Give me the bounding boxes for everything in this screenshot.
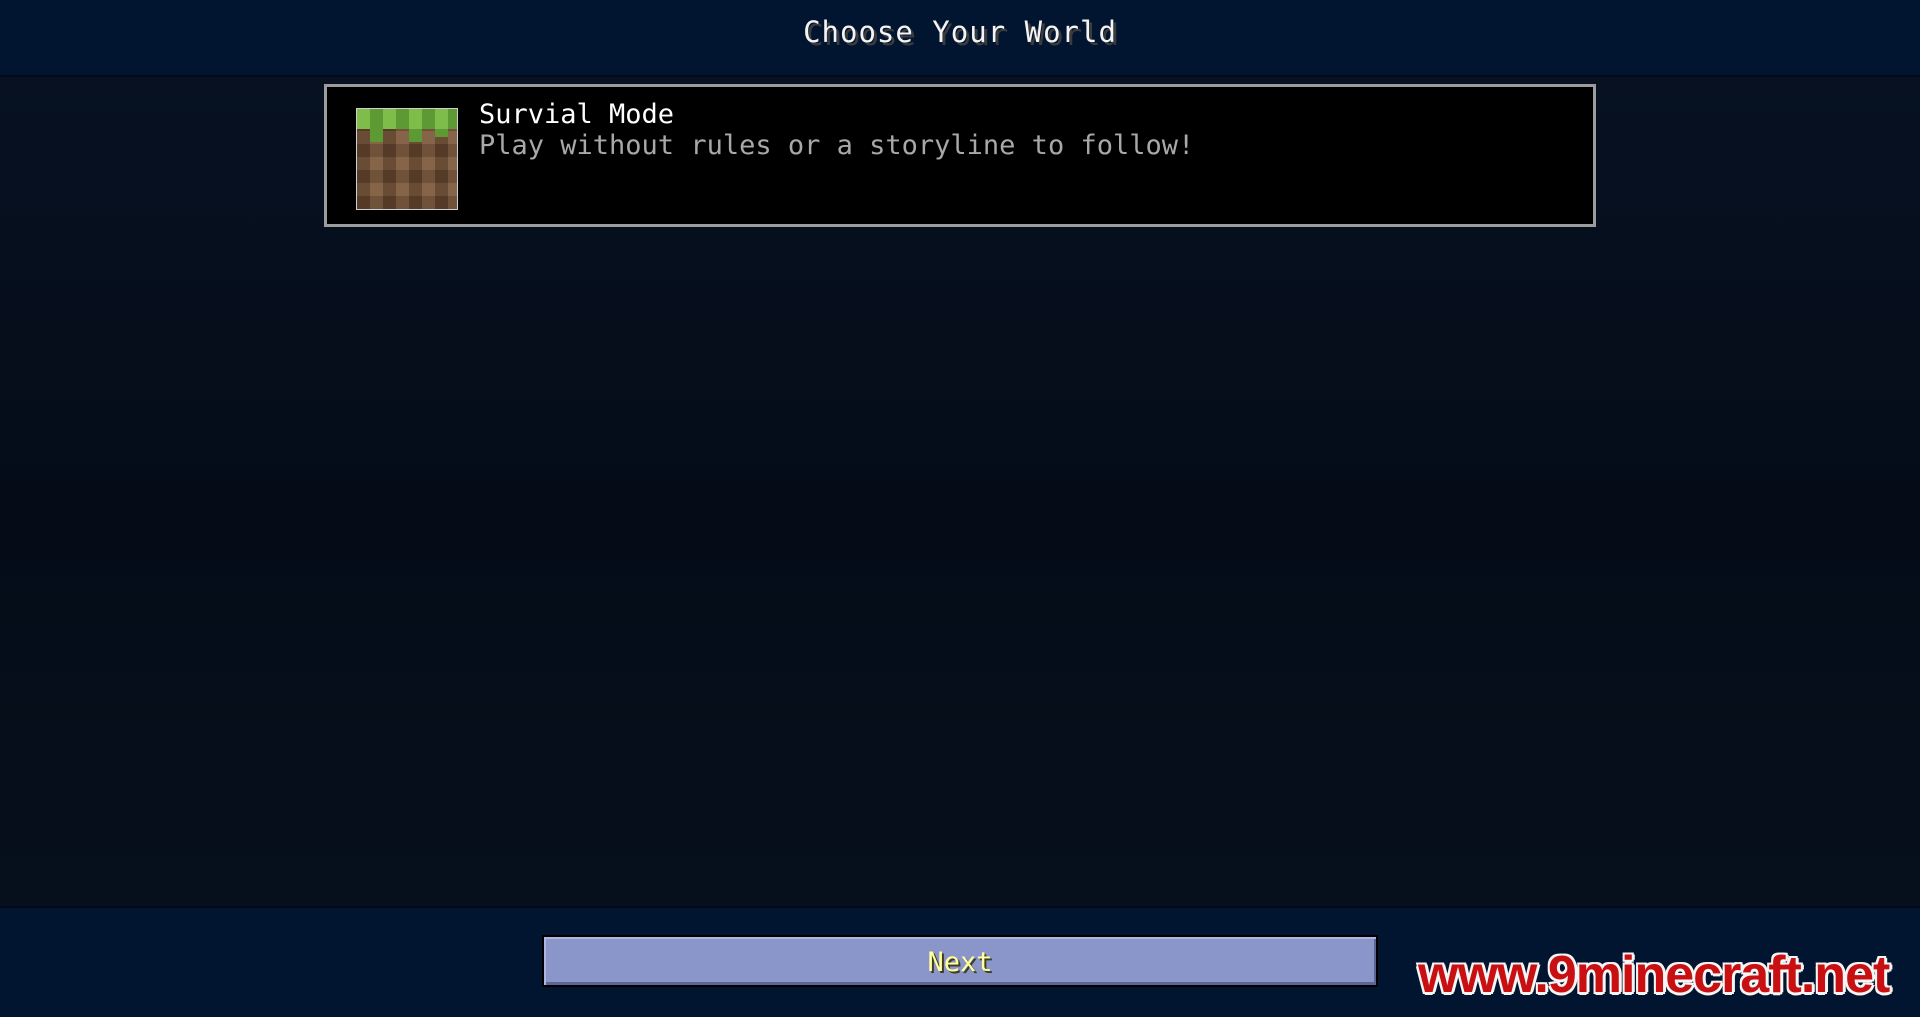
world-description: Play without rules or a storyline to fol… (479, 130, 1195, 161)
next-button[interactable]: Next (542, 935, 1378, 987)
world-name: Survial Mode (479, 99, 675, 130)
world-entry-survival[interactable]: Survial Mode Play without rules or a sto… (324, 84, 1596, 227)
next-button-label: Next (927, 947, 993, 978)
watermark-logo: www.9minecraft.net (1418, 946, 1890, 1004)
world-select-screen: Choose Your World Survial Mode Play with… (0, 0, 1920, 1017)
header-bar: Choose Your World (0, 0, 1920, 77)
page-title: Choose Your World (803, 15, 1117, 49)
grass-block-icon (356, 108, 458, 210)
world-list: Survial Mode Play without rules or a sto… (324, 84, 1596, 227)
